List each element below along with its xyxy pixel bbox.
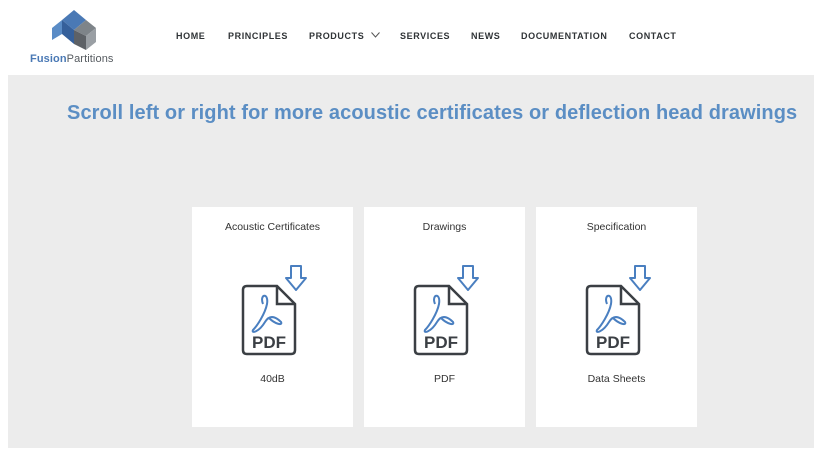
card-title: Drawings [422, 221, 467, 233]
logo-mark-icon [52, 10, 96, 50]
nav-principles[interactable]: PRINCIPLES [228, 31, 288, 41]
card-caption: 40dB [260, 373, 285, 385]
logo-text-fusion: Fusion [30, 53, 67, 65]
chevron-down-icon [371, 32, 381, 38]
site-logo[interactable]: FusionPartitions [30, 8, 130, 66]
card-caption: PDF [434, 373, 455, 385]
card-drawings[interactable]: Drawings PDF PDF [364, 207, 525, 427]
card-acoustic-certificates[interactable]: Acoustic Certificates PDF 40dB [192, 207, 353, 427]
nav-news[interactable]: NEWS [471, 31, 500, 41]
card-specification[interactable]: Specification PDF Data Sheets [536, 207, 697, 427]
pdf-download-icon[interactable]: PDF [233, 264, 313, 360]
nav-services[interactable]: SERVICES [400, 31, 450, 41]
logo-text-partitions: Partitions [66, 53, 114, 65]
card-title: Acoustic Certificates [224, 221, 321, 233]
nav-contact[interactable]: CONTACT [629, 31, 677, 41]
pdf-label: PDF [596, 333, 630, 352]
logo-text: FusionPartitions [30, 53, 114, 65]
pdf-label: PDF [424, 333, 458, 352]
nav-products[interactable]: PRODUCTS [309, 31, 381, 41]
site-header: FusionPartitions HOME PRINCIPLES PRODUCT… [0, 0, 814, 75]
nav-home[interactable]: HOME [176, 31, 205, 41]
card-title: Specification [586, 221, 647, 233]
card-caption: Data Sheets [587, 373, 646, 385]
nav-products-label: PRODUCTS [309, 31, 365, 41]
pdf-download-icon[interactable]: PDF [405, 264, 485, 360]
documentation-section: Scroll left or right for more acoustic c… [8, 75, 814, 448]
nav-documentation[interactable]: DOCUMENTATION [521, 31, 607, 41]
pdf-label: PDF [252, 333, 286, 352]
page-headline: Scroll left or right for more acoustic c… [67, 102, 798, 124]
pdf-download-icon[interactable]: PDF [577, 264, 657, 360]
